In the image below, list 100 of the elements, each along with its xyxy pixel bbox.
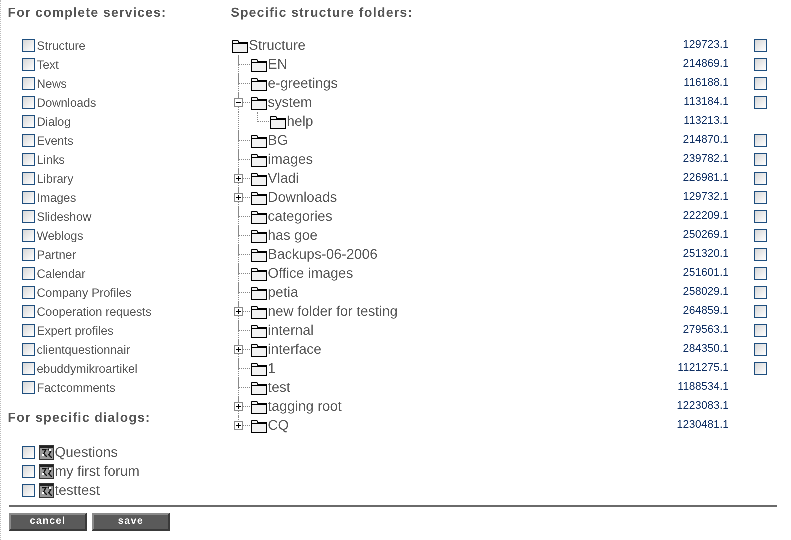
folder-id: 1230481.1 — [676, 418, 729, 434]
folder-label[interactable]: images — [268, 149, 314, 170]
checkbox[interactable] — [22, 229, 35, 242]
service-label: ebuddymikroartikel — [37, 360, 138, 378]
checkbox[interactable] — [22, 381, 35, 394]
checkbox[interactable] — [754, 286, 767, 299]
service-label: Structure — [37, 38, 86, 54]
checkbox[interactable] — [22, 446, 35, 459]
folder-icon — [251, 210, 267, 224]
checkbox[interactable] — [22, 305, 35, 318]
checkbox[interactable] — [754, 229, 767, 242]
checkbox[interactable] — [754, 343, 767, 356]
section-heading: For complete services: — [8, 4, 168, 22]
checkbox[interactable] — [754, 58, 767, 71]
section-heading: Specific structure folders: — [231, 4, 414, 22]
checkbox[interactable] — [754, 305, 767, 318]
folder-label[interactable]: BG — [268, 130, 288, 151]
service-label: Downloads — [37, 94, 96, 112]
folder-label[interactable]: CQ — [268, 415, 289, 436]
form-button[interactable]: save — [92, 513, 170, 531]
checkbox[interactable] — [22, 210, 35, 223]
checkbox[interactable] — [754, 77, 767, 90]
folder-icon — [251, 324, 267, 338]
checkbox[interactable] — [754, 96, 767, 109]
checkbox[interactable] — [754, 362, 767, 375]
folder-label[interactable]: test — [268, 377, 291, 398]
folder-id: 258029.1 — [682, 285, 729, 300]
service-label: Expert profiles — [37, 322, 114, 340]
checkbox[interactable] — [22, 465, 35, 478]
checkbox[interactable] — [22, 115, 35, 128]
folder-label[interactable]: new folder for testing — [268, 301, 398, 322]
folder-id: 214870.1 — [682, 133, 729, 148]
folder-icon — [251, 418, 267, 432]
section-heading: For specific dialogs: — [8, 409, 152, 427]
expand-icon[interactable] — [234, 345, 243, 354]
folder-label[interactable]: has goe — [268, 225, 318, 246]
checkbox[interactable] — [754, 172, 767, 185]
checkbox[interactable] — [754, 153, 767, 166]
folder-icon — [251, 400, 267, 414]
folder-label[interactable]: system — [268, 92, 312, 113]
expand-icon[interactable] — [234, 193, 243, 202]
folder-label[interactable]: tagging root — [268, 396, 342, 417]
folder-label[interactable]: EN — [268, 54, 288, 75]
checkbox[interactable] — [754, 248, 767, 261]
checkbox[interactable] — [754, 324, 767, 337]
checkbox[interactable] — [754, 210, 767, 223]
checkbox[interactable] — [22, 343, 35, 356]
folder-label[interactable]: Vladi — [268, 168, 300, 189]
folder-id: 222209.1 — [682, 209, 729, 224]
checkbox[interactable] — [22, 153, 35, 166]
folder-id: 129732.1 — [682, 190, 729, 206]
folder-id: 129723.1 — [682, 38, 729, 54]
folder-id: 279563.1 — [682, 323, 729, 338]
checkbox[interactable] — [22, 362, 35, 375]
folder-label[interactable]: help — [287, 111, 314, 132]
window-icon — [39, 483, 54, 498]
checkbox[interactable] — [22, 39, 35, 52]
folder-id: 116188.1 — [682, 76, 729, 92]
expand-icon[interactable] — [234, 402, 243, 411]
checkbox[interactable] — [22, 96, 35, 109]
checkbox[interactable] — [754, 134, 767, 147]
form-button[interactable]: cancel — [9, 513, 87, 531]
collapse-icon[interactable] — [234, 98, 243, 107]
checkbox[interactable] — [22, 58, 35, 71]
folder-label[interactable]: e-greetings — [268, 73, 338, 94]
folder-id: 113213.1 — [682, 114, 729, 130]
folder-id: 1223083.1 — [676, 399, 729, 414]
expand-icon[interactable] — [234, 307, 243, 316]
expand-icon[interactable] — [234, 421, 243, 430]
folder-label[interactable]: interface — [268, 339, 322, 360]
folder-label[interactable]: internal — [268, 320, 314, 341]
checkbox[interactable] — [22, 267, 35, 280]
folder-icon — [251, 362, 267, 376]
checkbox[interactable] — [754, 39, 767, 52]
checkbox[interactable] — [22, 286, 35, 299]
checkbox[interactable] — [22, 484, 35, 497]
folder-label[interactable]: petia — [268, 282, 298, 303]
service-label: Dialog — [37, 114, 72, 130]
folder-label[interactable]: Downloads — [268, 187, 338, 208]
dialog-label: my first forum — [55, 462, 140, 481]
folder-label[interactable]: Backups-06-2006 — [268, 244, 378, 265]
folder-icon — [232, 38, 248, 52]
folder-label[interactable]: Structure — [249, 35, 306, 56]
folder-label[interactable]: Office images — [268, 263, 354, 284]
checkbox[interactable] — [22, 248, 35, 261]
folder-label[interactable]: categories — [268, 206, 333, 227]
checkbox[interactable] — [754, 191, 767, 204]
checkbox[interactable] — [22, 77, 35, 90]
checkbox[interactable] — [22, 134, 35, 147]
folder-label[interactable]: 1 — [268, 358, 276, 379]
folder-icon — [251, 76, 267, 90]
expand-icon[interactable] — [234, 174, 243, 183]
checkbox[interactable] — [22, 191, 35, 204]
service-label: Library — [37, 170, 74, 188]
folder-icon — [251, 190, 267, 204]
checkbox[interactable] — [22, 324, 35, 337]
service-label: News — [37, 76, 68, 92]
service-label: clientquestionnair — [37, 342, 130, 358]
checkbox[interactable] — [22, 172, 35, 185]
checkbox[interactable] — [754, 267, 767, 280]
